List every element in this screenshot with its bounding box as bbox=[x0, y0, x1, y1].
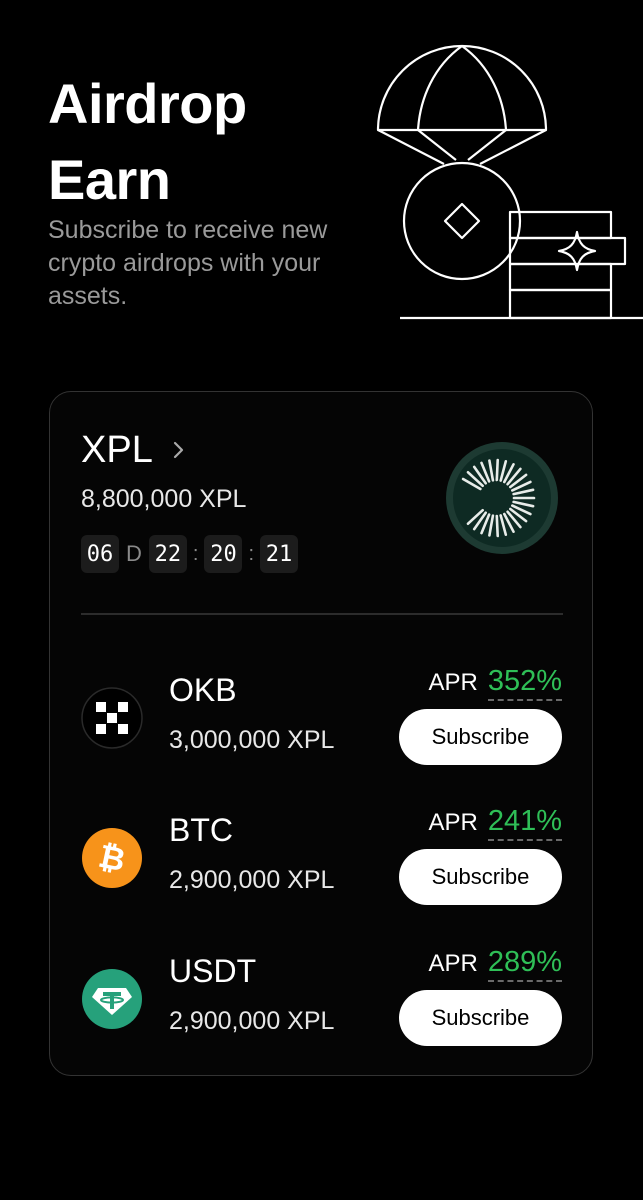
airdrop-card: XPL 8,800,000 XPL 06 D 22 : 20 : 21 OKB … bbox=[49, 391, 593, 1076]
countdown-seconds: 21 bbox=[260, 535, 299, 573]
asset-row-usdt: USDT 2,900,000 XPL APR 289% Subscribe bbox=[50, 935, 592, 1055]
countdown-separator: : bbox=[192, 542, 199, 565]
countdown-separator: : bbox=[248, 542, 255, 565]
page-title-line2: Earn bbox=[48, 148, 171, 211]
apr-info: APR 352% bbox=[428, 664, 562, 701]
countdown-days: 06 bbox=[81, 535, 119, 573]
asset-name: OKB bbox=[169, 672, 237, 708]
countdown-hours: 22 bbox=[148, 535, 187, 573]
countdown-day-unit: D bbox=[126, 541, 142, 566]
page-subtitle: Subscribe to receive new crypto airdrops… bbox=[48, 216, 328, 310]
apr-value[interactable]: 352% bbox=[487, 664, 562, 701]
chevron-right-icon bbox=[173, 441, 183, 459]
featured-token-link[interactable]: XPL bbox=[81, 428, 187, 472]
logo-ray bbox=[495, 514, 500, 538]
btc-icon: ₿ bbox=[82, 828, 142, 888]
asset-amount: 2,900,000 XPL bbox=[169, 1007, 335, 1035]
asset-amount: 3,000,000 XPL bbox=[169, 726, 335, 754]
plasma-logo-icon bbox=[446, 442, 558, 554]
apr-label: APR bbox=[428, 809, 478, 836]
okb-icon bbox=[81, 687, 143, 749]
asset-amount: 2,900,000 XPL bbox=[169, 866, 335, 894]
featured-token-name: XPL bbox=[81, 429, 153, 471]
countdown-timer: 06 D 22 : 20 : 21 bbox=[81, 535, 299, 573]
usdt-icon bbox=[82, 969, 142, 1029]
apr-label: APR bbox=[428, 950, 478, 977]
asset-name: USDT bbox=[169, 953, 257, 989]
asset-row-okb: OKB 3,000,000 XPL APR 352% Subscribe bbox=[50, 654, 592, 774]
parachute-coin-illustration bbox=[376, 44, 643, 320]
page-title: Airdrop Earn bbox=[48, 66, 247, 218]
card-divider bbox=[81, 613, 563, 615]
asset-name: BTC bbox=[169, 812, 233, 848]
apr-info: APR 289% bbox=[428, 945, 562, 982]
subscribe-button-okb[interactable]: Subscribe bbox=[399, 709, 562, 765]
subscribe-button-btc[interactable]: Subscribe bbox=[399, 849, 562, 905]
countdown-minutes: 20 bbox=[204, 535, 243, 573]
featured-token-amount: 8,800,000 XPL bbox=[81, 485, 247, 513]
logo-ray bbox=[495, 458, 500, 482]
subscribe-button-usdt[interactable]: Subscribe bbox=[399, 990, 562, 1046]
apr-label: APR bbox=[428, 669, 478, 696]
apr-info: APR 241% bbox=[428, 804, 562, 841]
apr-value[interactable]: 289% bbox=[487, 945, 562, 982]
page-title-line1: Airdrop bbox=[48, 72, 247, 135]
asset-row-btc: ₿ BTC 2,900,000 XPL APR 241% Subscribe bbox=[50, 794, 592, 914]
apr-value[interactable]: 241% bbox=[487, 804, 562, 841]
